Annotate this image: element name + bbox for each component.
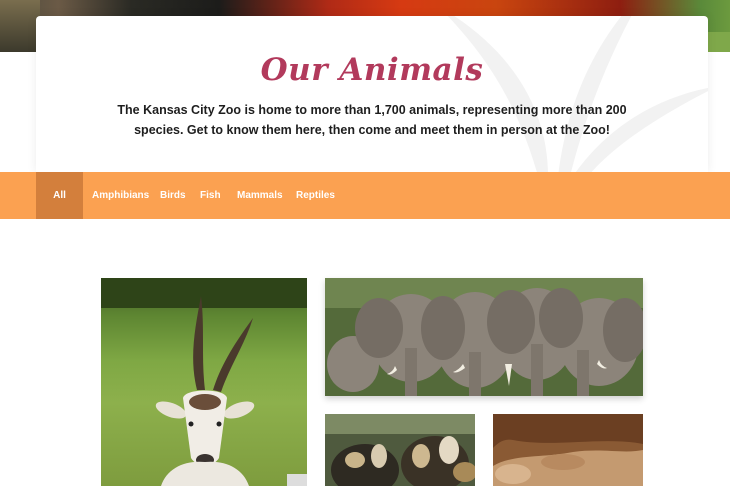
filter-tab-birds[interactable]: Birds xyxy=(152,172,194,219)
filter-tab-amphibians[interactable]: Amphibians xyxy=(84,172,157,219)
painted-dogs-photo xyxy=(325,414,475,486)
filter-tab-mammals[interactable]: Mammals xyxy=(229,172,291,219)
animal-card-elephants[interactable] xyxy=(325,278,643,396)
animal-card-painted-dogs[interactable] xyxy=(325,414,475,486)
leaf-watermark-icon xyxy=(447,16,708,172)
filter-tab-all[interactable]: All xyxy=(36,172,83,219)
addax-photo xyxy=(101,278,307,486)
intro-description: The Kansas City Zoo is home to more than… xyxy=(117,103,627,137)
animal-card-enclosure[interactable] xyxy=(493,414,643,486)
filter-tab-fish[interactable]: Fish xyxy=(192,172,229,219)
filter-tab-reptiles[interactable]: Reptiles xyxy=(288,172,343,219)
page-title: Our Animals xyxy=(260,52,484,88)
elephants-photo xyxy=(325,278,643,396)
intro-card: Our Animals The Kansas City Zoo is home … xyxy=(36,16,708,172)
animal-card-addax[interactable] xyxy=(101,278,307,486)
hero-image-foliage xyxy=(706,32,730,52)
enclosure-photo xyxy=(493,414,643,486)
animal-filter-bar: All Amphibians Birds Fish Mammals Reptil… xyxy=(0,172,730,219)
hero-image-left xyxy=(0,0,40,52)
